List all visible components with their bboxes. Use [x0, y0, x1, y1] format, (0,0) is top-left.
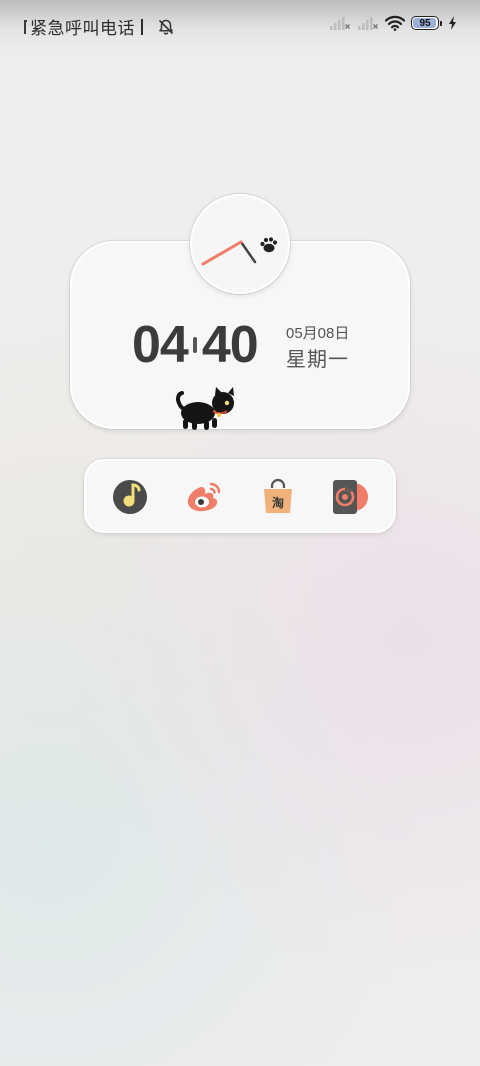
- taobao-app-icon[interactable]: 淘: [258, 477, 298, 517]
- music-app-icon[interactable]: [110, 477, 150, 517]
- status-bar: 紧急呼叫电话 95: [0, 0, 480, 50]
- separator-bar: [141, 18, 143, 35]
- analog-clock-face: [201, 237, 278, 266]
- weibo-app-icon[interactable]: [184, 477, 224, 517]
- bell-muted-icon: [158, 19, 174, 35]
- music-app-glyph: [113, 480, 147, 514]
- analog-clock-dial: [190, 194, 290, 294]
- battery-cap: [440, 20, 442, 26]
- netease-music-app-icon[interactable]: [330, 477, 370, 517]
- taobao-glyph-text: 淘: [272, 495, 284, 510]
- time-separator: [192, 337, 197, 353]
- bracket-mark: [24, 19, 27, 34]
- wifi-icon: [385, 15, 405, 31]
- time-minute: 40: [201, 316, 259, 374]
- clock-hour-hand: [239, 240, 257, 264]
- paw-icon: [260, 237, 278, 253]
- weibo-app-glyph: [187, 482, 221, 512]
- signal-no-service-icon: [330, 17, 350, 30]
- digital-time: 04 40: [132, 315, 259, 375]
- weekday-text: 星期一: [286, 349, 349, 371]
- charging-bolt-icon: [449, 16, 456, 30]
- clock-minute-hand: [201, 240, 243, 266]
- battery-icon: 95: [411, 16, 439, 30]
- time-hour: 04: [132, 316, 189, 374]
- netease-music-app-glyph: [333, 480, 368, 514]
- taobao-app-glyph: 淘: [264, 478, 292, 513]
- battery-percentage: 95: [419, 17, 431, 29]
- status-bar-right: 95: [329, 15, 458, 31]
- emergency-call-text: 紧急呼叫电话: [30, 19, 135, 38]
- signal-no-service-icon: [358, 17, 378, 30]
- black-cat-icon: [176, 387, 234, 430]
- date-text: 05月08日: [286, 325, 350, 342]
- status-bar-left: 紧急呼叫电话: [24, 14, 175, 39]
